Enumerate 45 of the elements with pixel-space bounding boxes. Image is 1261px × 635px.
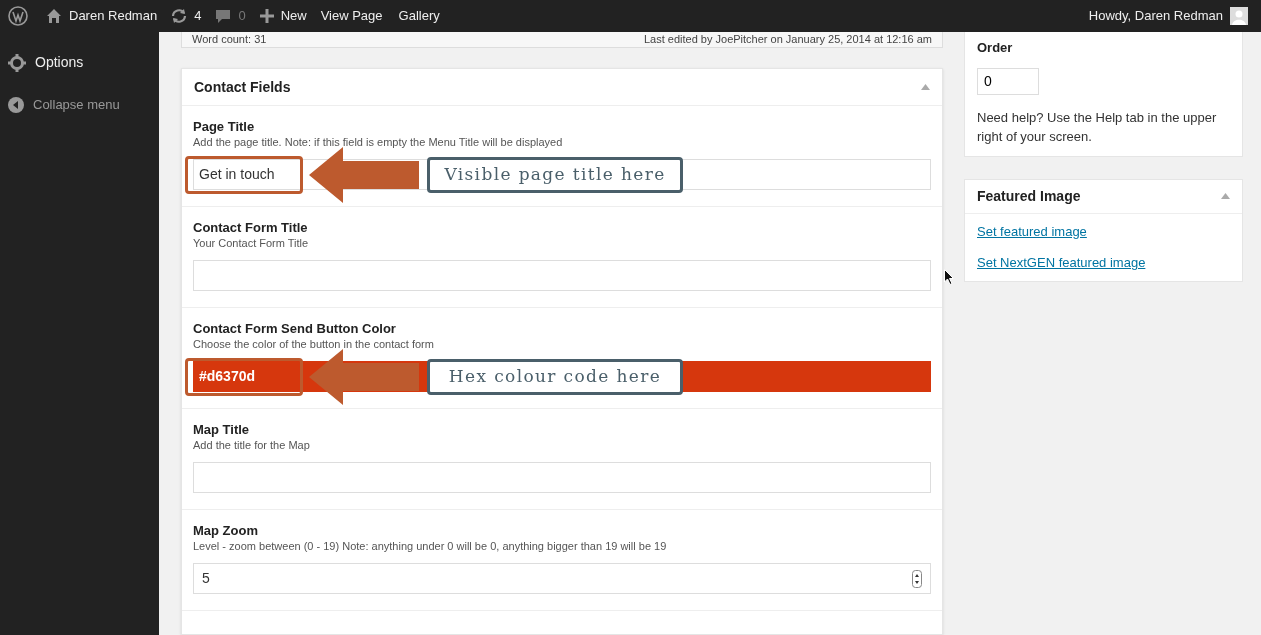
sidebar-item[interactable]: Options — [0, 52, 159, 73]
featured-image-link[interactable]: Set NextGEN featured image — [977, 253, 1146, 273]
number-field[interactable]: 5 — [193, 563, 931, 594]
comment-count[interactable]: 0 — [238, 6, 246, 26]
site-name-link[interactable]: Daren Redman — [69, 6, 158, 26]
field-description: Add the title for the Map — [193, 438, 311, 453]
collapse-arrow-icon[interactable] — [1221, 193, 1230, 199]
spinner-icon — [912, 569, 922, 588]
admin-bar-link[interactable]: Gallery — [398, 6, 440, 26]
help-text: Need help? Use the Help tab in the upper right of your screen. — [977, 108, 1218, 146]
update-count[interactable]: 4 — [194, 6, 202, 26]
field-description: Your Contact Form Title — [193, 236, 310, 251]
order-label: Order — [977, 39, 1014, 57]
sidebar-item[interactable]: Collapse menu — [0, 95, 159, 115]
arrow-icon — [309, 348, 419, 405]
field-label: Contact Form Title — [193, 220, 309, 236]
wordpress-logo-icon[interactable] — [8, 6, 28, 26]
collapse-icon — [8, 96, 24, 113]
refresh-icon[interactable] — [171, 8, 188, 24]
admin-bar-link[interactable]: View Page — [320, 6, 383, 26]
panel-title: Contact Fields — [194, 77, 291, 97]
text-field[interactable] — [193, 260, 931, 291]
collapse-arrow-icon[interactable] — [921, 84, 930, 90]
callout-label: Visible page title here — [427, 156, 683, 193]
field-description: Level - zoom between (0 - 19) Note: anything under 0 will be 0, anything bigger than 19 will be 19 — [193, 539, 668, 554]
greeting-link[interactable]: Howdy, Daren Redman — [1088, 6, 1223, 26]
gear-icon — [8, 53, 26, 72]
field-label: Contact Form Send Button Color — [193, 321, 397, 337]
word-count: Word count: 31 — [192, 32, 267, 48]
field-value: Get in touch — [199, 165, 275, 184]
field-label: Page Title — [193, 119, 256, 135]
order-field[interactable]: 0 — [977, 67, 1039, 95]
featured-image-link[interactable]: Set featured image — [977, 221, 1087, 241]
panel-title: Featured Image — [977, 186, 1081, 206]
comment-icon[interactable] — [215, 8, 232, 24]
home-icon[interactable] — [46, 8, 62, 24]
field-label: Map Title — [193, 422, 251, 438]
plus-icon[interactable] — [259, 9, 274, 23]
new-link[interactable]: New — [280, 6, 307, 26]
text-field[interactable] — [193, 462, 931, 493]
field-label: Map Zoom — [193, 523, 259, 539]
arrow-icon — [309, 146, 419, 203]
callout-label: Hex colour code here — [427, 358, 683, 395]
last-edited-text: Last edited by JoePitcher on January 25, 2014 at 12:16 am — [643, 32, 932, 48]
field-value: #d6370d — [199, 367, 256, 386]
